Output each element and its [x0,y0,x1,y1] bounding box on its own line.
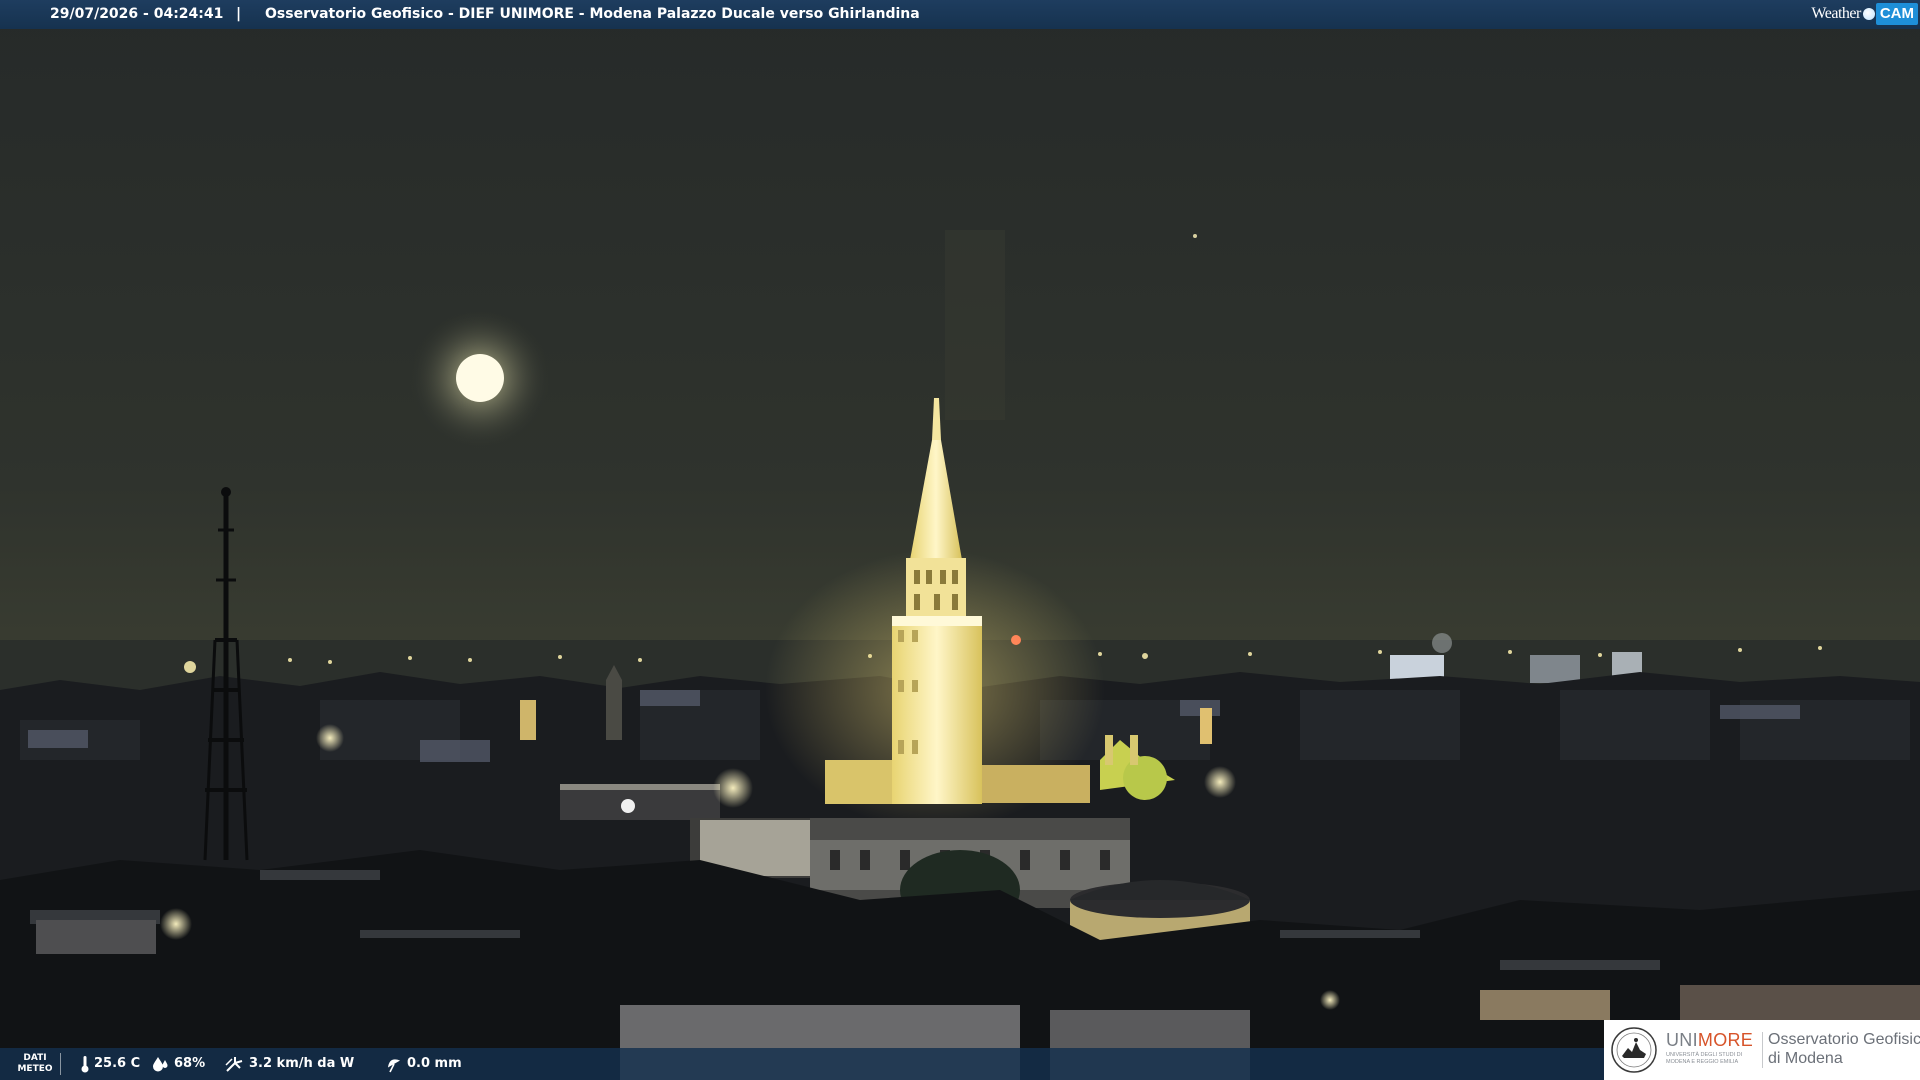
umbrella-icon [387,1059,401,1073]
brand-cam-text: CAM [1875,3,1918,25]
observatory-line2: di Modena [1768,1050,1843,1067]
weather-label-line1: DATI [23,1053,47,1063]
logo-divider [1762,1032,1763,1068]
wind-readout: 3.2 km/h da W [225,1048,354,1080]
humidity-value: 68% [174,1056,206,1071]
unimore-part2: MORE [1697,1030,1754,1050]
observatory-line1: Osservatorio Geofisico [1768,1031,1920,1048]
observatory-title: Osservatorio Geofisico di Modena [1768,1030,1920,1068]
humidity-readout: 68% [152,1048,205,1080]
unimore-wordmark: UNIMORE [1666,1030,1753,1051]
top-info-banner: 29/07/2026 - 04:24:41 | Osservatorio Geo… [0,0,1920,29]
weather-label-line2: METEO [17,1064,53,1074]
wind-value: 3.2 km/h da W [249,1056,355,1071]
night-cityscape-photo [0,0,1920,1080]
weathercam-logo: Weather CAM [1811,3,1918,25]
rain-value: 0.0 mm [407,1056,462,1071]
weather-section-label: DATI METEO [14,1053,61,1075]
university-seal-icon [1611,1027,1657,1073]
temperature-value: 25.6 C [94,1056,141,1071]
weather-data-bar: DATI METEO 25.6 C 68% 3.2 km/h da W 0.0 … [0,1048,1604,1080]
droplet-icon [153,1057,168,1072]
banner-separator: | [236,6,242,22]
webcam-frame: 29/07/2026 - 04:24:41 | Osservatorio Geo… [0,0,1920,1080]
moon [456,354,504,402]
unimore-subtitle: Università degli studi di Modena e Reggi… [1666,1052,1743,1065]
thermometer-icon [81,1056,89,1073]
brand-dot-icon [1862,8,1875,20]
institution-logo-box: UNIMORE Università degli studi di Modena… [1604,1020,1920,1080]
temperature-readout: 25.6 C [80,1048,140,1080]
wind-icon [225,1057,243,1072]
rain-readout: 0.0 mm [385,1048,462,1080]
brand-weather-text: Weather [1811,5,1861,22]
unimore-part1: UNI [1666,1030,1698,1050]
capture-timestamp: 29/07/2026 - 04:24:41 [50,6,224,22]
camera-caption: Osservatorio Geofisico - DIEF UNIMORE - … [265,6,920,22]
